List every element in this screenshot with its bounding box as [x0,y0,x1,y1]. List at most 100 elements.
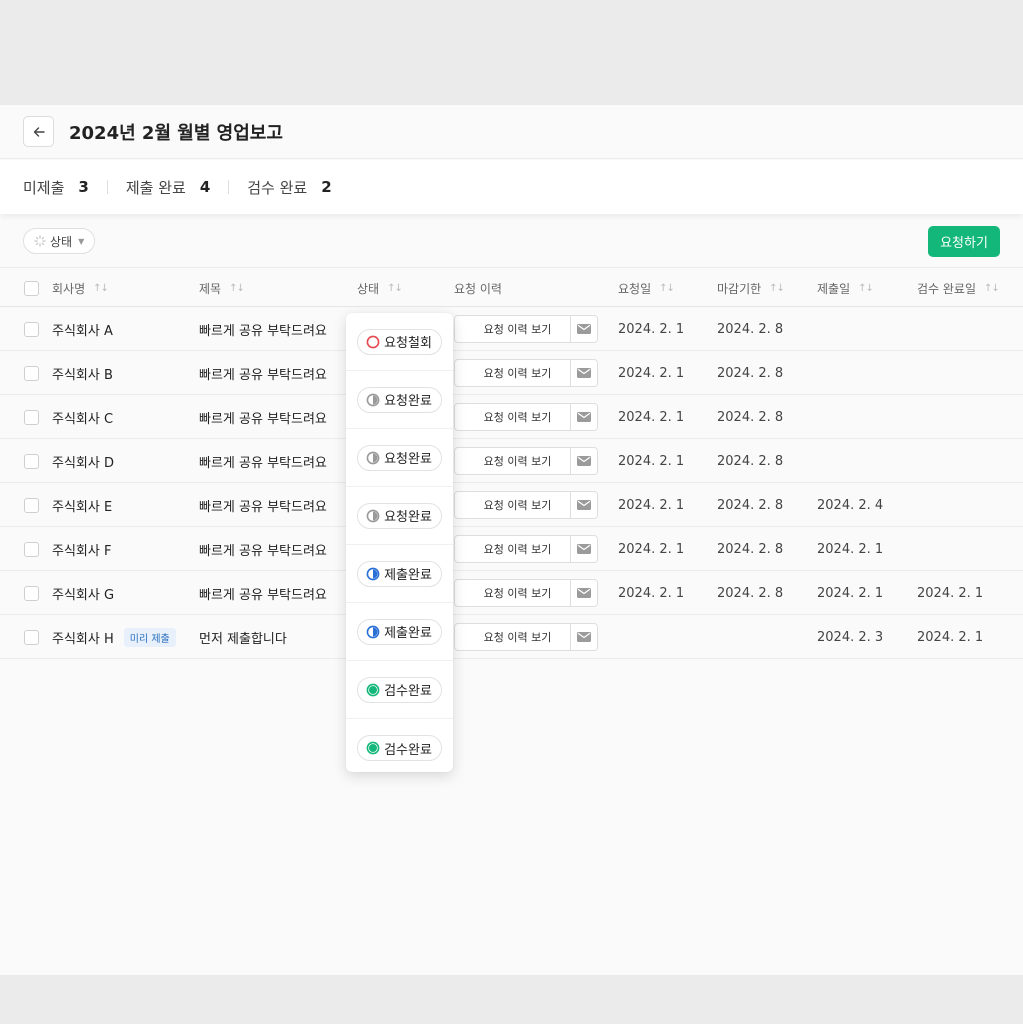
back-button[interactable] [23,116,54,147]
row-checkbox[interactable] [24,409,39,425]
status-label: 검수완료 [384,684,432,699]
row-checkbox[interactable] [24,629,39,645]
mail-button[interactable] [571,404,597,430]
reviewed-date: 2024. 2. 1 [917,585,984,601]
company-name: 주식회사 F [52,543,112,559]
half-circle-icon [366,509,380,522]
status-pill: 요청완료 [357,502,442,529]
summary-label: 검수 완료 [247,178,308,197]
table-row: 주식회사 A 빠르게 공유 부탁드려요 요청 이력 보기 2024. 2. 1 … [0,307,1023,351]
mail-button[interactable] [571,536,597,562]
sort-icon: ↑↓ [858,282,874,294]
view-history-button[interactable]: 요청 이력 보기 [455,492,571,518]
sort-icon: ↑↓ [229,282,245,294]
column-label: 제출일 [817,281,851,296]
status-option-requested[interactable]: 요청완료 [346,371,453,429]
row-checkbox[interactable] [24,497,39,513]
column-company[interactable]: 회사명 ↑↓ [52,268,109,308]
row-checkbox-cell [24,571,39,615]
column-requested[interactable]: 요청일 ↑↓ [618,268,675,308]
column-label: 회사명 [52,281,86,296]
submitted-date: 2024. 2. 3 [817,629,884,645]
deadline-date: 2024. 2. 8 [717,497,784,513]
submitted-date: 2024. 2. 4 [817,497,884,513]
row-checkbox-cell [24,307,39,351]
history-group: 요청 이력 보기 [454,359,598,387]
mail-button[interactable] [571,316,597,342]
submitted-date: 2024. 2. 1 [817,585,884,601]
summary-submitted: 제출 완료 4 [126,177,210,198]
deadline-date: 2024. 2. 8 [717,541,784,557]
column-label: 요청일 [618,281,652,296]
status-label: 요청완료 [384,452,432,467]
mail-button[interactable] [571,580,597,606]
mail-icon [577,412,591,422]
status-option-submitted[interactable]: 제출완료 [346,545,453,603]
select-all-checkbox[interactable] [24,280,39,296]
status-label: 제출완료 [384,626,432,641]
status-option-withdrawn[interactable]: 요청철회 [346,313,453,371]
company-name: 주식회사 G [52,587,115,603]
status-option-submitted[interactable]: 제출완료 [346,603,453,661]
summary-label: 제출 완료 [125,178,186,197]
column-label: 상태 [357,281,380,296]
page-header: 2024년 2월 월별 영업보고 [0,105,1023,159]
history-group: 요청 이력 보기 [454,447,598,475]
view-history-button[interactable]: 요청 이력 보기 [455,536,571,562]
history-group: 요청 이력 보기 [454,623,598,651]
column-status[interactable]: 상태 ↑↓ [357,268,403,308]
history-group: 요청 이력 보기 [454,491,598,519]
summary-label: 미제출 [23,178,65,197]
column-reviewed[interactable]: 검수 완료일 ↑↓ [917,268,1000,308]
view-history-button[interactable]: 요청 이력 보기 [455,580,571,606]
divider [228,180,230,194]
row-checkbox[interactable] [24,541,39,557]
sort-icon: ↑↓ [769,282,785,294]
ring-icon [366,335,380,348]
row-checkbox[interactable] [24,585,39,601]
status-filter-chip[interactable]: 상태 ▼ [23,228,96,254]
view-history-button[interactable]: 요청 이력 보기 [455,404,571,430]
company-name: 주식회사 B [52,367,113,383]
table-row: 주식회사 E 빠르게 공유 부탁드려요 요청 이력 보기 2024. 2. 1 … [0,483,1023,527]
request-button[interactable]: 요청하기 [928,226,1000,257]
requested-date: 2024. 2. 1 [618,497,685,513]
page-title: 2024년 2월 월별 영업보고 [69,122,283,144]
status-pill: 요청완료 [357,386,442,413]
row-checkbox-cell [24,395,39,439]
status-option-requested[interactable]: 요청완료 [346,487,453,545]
mail-button[interactable] [571,624,597,650]
column-submitted[interactable]: 제출일 ↑↓ [817,268,874,308]
caret-down-icon: ▼ [78,236,85,246]
company-cell: 주식회사 H 미리 제출 [52,615,176,659]
status-option-reviewed[interactable]: 검수완료 [346,719,453,777]
status-pill: 제출완료 [357,560,442,587]
report-title: 빠르게 공유 부탁드려요 [199,455,327,471]
row-checkbox[interactable] [24,321,39,337]
view-history-button[interactable]: 요청 이력 보기 [455,448,571,474]
mail-button[interactable] [571,448,597,474]
view-history-button[interactable]: 요청 이력 보기 [455,360,571,386]
mail-button[interactable] [571,492,597,518]
status-option-reviewed[interactable]: 검수완료 [346,661,453,719]
view-history-button[interactable]: 요청 이력 보기 [455,316,571,342]
half-circle-icon [366,451,380,464]
view-history-button[interactable]: 요청 이력 보기 [455,624,571,650]
history-group: 요청 이력 보기 [454,579,598,607]
row-checkbox[interactable] [24,365,39,381]
company-name: 주식회사 A [52,323,113,339]
row-checkbox-cell [24,615,39,659]
status-option-requested[interactable]: 요청완료 [346,429,453,487]
company-name: 주식회사 H [52,631,114,647]
row-checkbox[interactable] [24,453,39,469]
half-circle-icon [366,393,380,406]
table-row: 주식회사 C 빠르게 공유 부탁드려요 요청 이력 보기 2024. 2. 1 … [0,395,1023,439]
requested-date: 2024. 2. 1 [618,365,685,381]
report-title: 빠르게 공유 부탁드려요 [199,323,327,339]
mail-button[interactable] [571,360,597,386]
column-deadline[interactable]: 마감기한 ↑↓ [717,268,785,308]
summary-bar: 미제출 3 제출 완료 4 검수 완료 2 [0,160,1023,214]
table-row: 주식회사 B 빠르게 공유 부탁드려요 요청 이력 보기 2024. 2. 1 … [0,351,1023,395]
report-title: 빠르게 공유 부탁드려요 [199,499,327,515]
column-title[interactable]: 제목 ↑↓ [199,268,245,308]
